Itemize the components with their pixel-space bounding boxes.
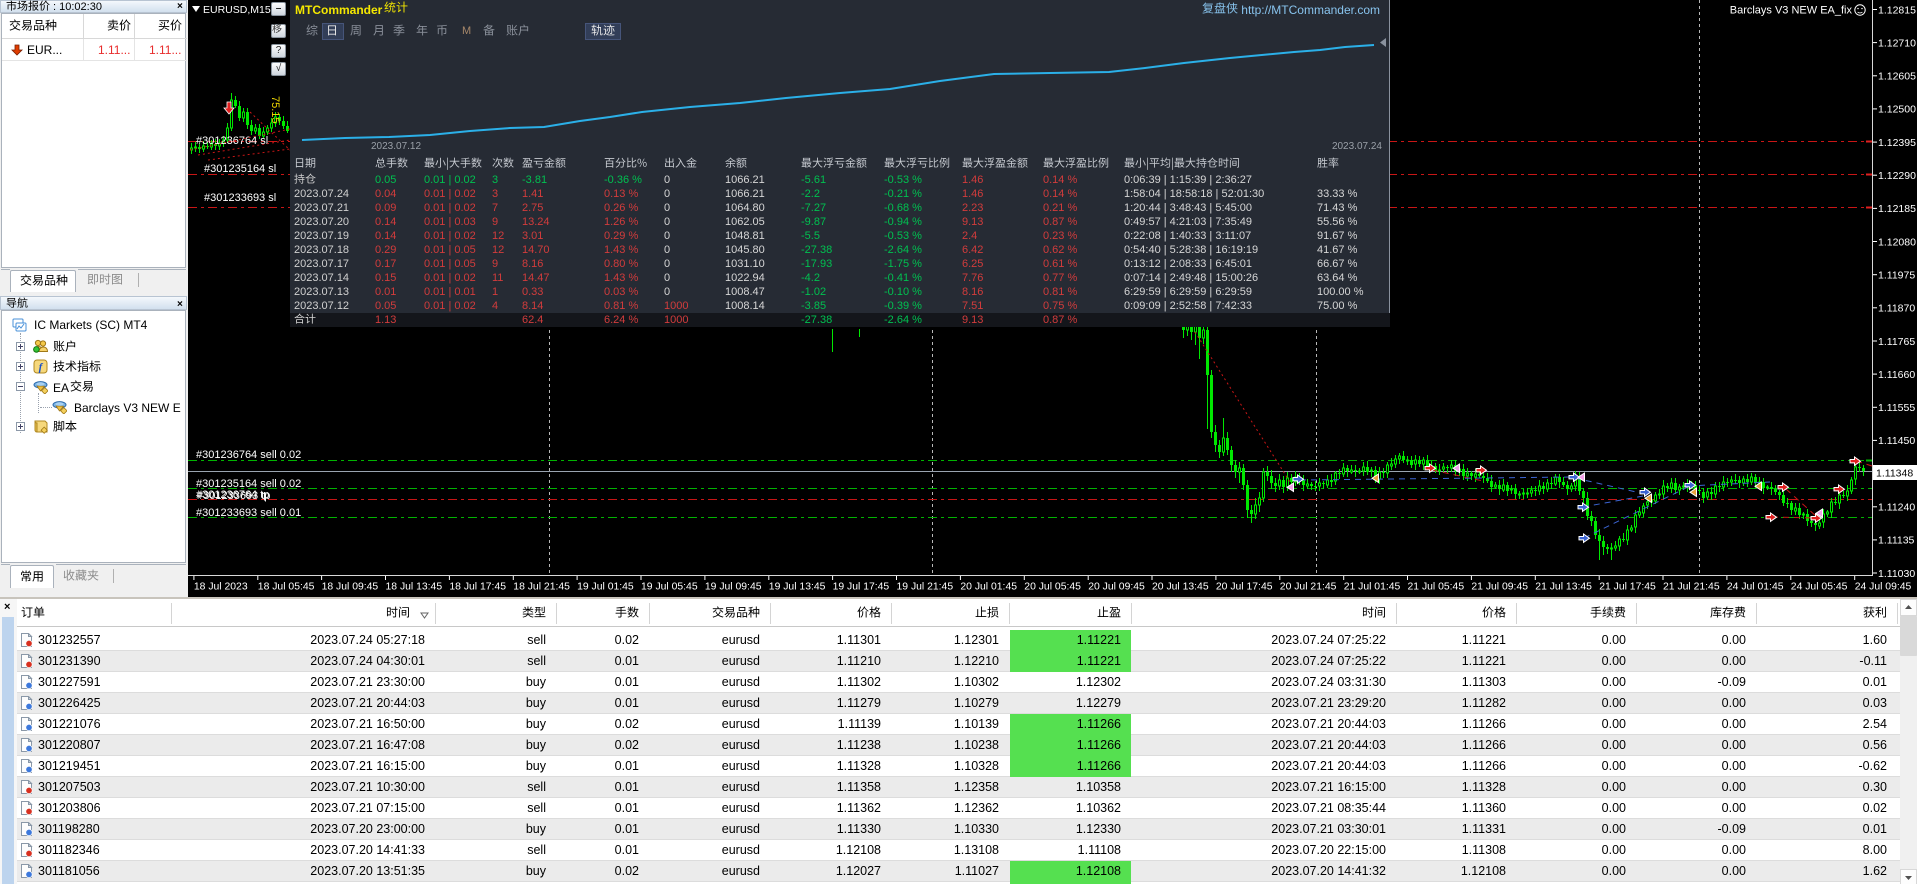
svg-text:#301233693 sl: #301233693 sl bbox=[204, 192, 276, 204]
svg-text:1.12185: 1.12185 bbox=[1878, 203, 1916, 215]
svg-text:19 Jul 21:45: 19 Jul 21:45 bbox=[897, 582, 954, 593]
svg-text:1.11975: 1.11975 bbox=[1878, 270, 1915, 282]
svg-text:18 Jul 13:45: 18 Jul 13:45 bbox=[386, 582, 443, 593]
svg-text:21 Jul 21:45: 21 Jul 21:45 bbox=[1663, 582, 1720, 593]
svg-text:1.11555: 1.11555 bbox=[1878, 402, 1915, 414]
svg-text:Barclays V3 NEW EA_fix: Barclays V3 NEW EA_fix bbox=[1730, 5, 1853, 17]
svg-text:1.11348: 1.11348 bbox=[1876, 467, 1913, 479]
svg-text:24 Jul 01:45: 24 Jul 01:45 bbox=[1727, 582, 1784, 593]
svg-text:1.12080: 1.12080 bbox=[1878, 236, 1916, 248]
svg-text:18 Jul 05:45: 18 Jul 05:45 bbox=[258, 582, 315, 593]
svg-text:1.11240: 1.11240 bbox=[1878, 502, 1915, 514]
svg-text:20 Jul 05:45: 20 Jul 05:45 bbox=[1024, 582, 1081, 593]
svg-text:#301233693 sell 0.01: #301233693 sell 0.01 bbox=[196, 507, 301, 519]
svg-text:1.11135: 1.11135 bbox=[1878, 535, 1915, 547]
svg-text:#301236764 sell 0.02: #301236764 sell 0.02 bbox=[196, 449, 301, 461]
svg-text:1.11870: 1.11870 bbox=[1878, 303, 1915, 315]
svg-text:75.15: 75.15 bbox=[269, 96, 281, 124]
svg-text:#301233693 tp: #301233693 tp bbox=[197, 490, 270, 502]
svg-text:1.12500: 1.12500 bbox=[1878, 104, 1916, 116]
svg-text:18 Jul 17:45: 18 Jul 17:45 bbox=[449, 582, 506, 593]
svg-text:1.11030: 1.11030 bbox=[1878, 568, 1915, 580]
svg-text:21 Jul 09:45: 21 Jul 09:45 bbox=[1471, 582, 1528, 593]
svg-text:18 Jul 21:45: 18 Jul 21:45 bbox=[513, 582, 570, 593]
svg-text:1.11765: 1.11765 bbox=[1878, 336, 1915, 348]
svg-text:19 Jul 09:45: 19 Jul 09:45 bbox=[705, 582, 762, 593]
svg-text:18 Jul 2023: 18 Jul 2023 bbox=[194, 582, 248, 593]
svg-text:1.12815: 1.12815 bbox=[1878, 4, 1916, 16]
svg-text:24 Jul 09:45: 24 Jul 09:45 bbox=[1855, 582, 1912, 593]
svg-text:1.12290: 1.12290 bbox=[1878, 170, 1916, 182]
svg-text:21 Jul 17:45: 21 Jul 17:45 bbox=[1599, 582, 1656, 593]
svg-text:1.11450: 1.11450 bbox=[1878, 435, 1915, 447]
svg-text:20 Jul 09:45: 20 Jul 09:45 bbox=[1088, 582, 1145, 593]
svg-text:20 Jul 01:45: 20 Jul 01:45 bbox=[960, 582, 1017, 593]
svg-text:19 Jul 13:45: 19 Jul 13:45 bbox=[769, 582, 826, 593]
svg-text:1.11660: 1.11660 bbox=[1878, 369, 1915, 381]
svg-text:20 Jul 13:45: 20 Jul 13:45 bbox=[1152, 582, 1209, 593]
svg-text:1.12395: 1.12395 bbox=[1878, 137, 1916, 149]
svg-text:20 Jul 21:45: 20 Jul 21:45 bbox=[1280, 582, 1337, 593]
svg-text:18 Jul 09:45: 18 Jul 09:45 bbox=[322, 582, 379, 593]
svg-text:19 Jul 01:45: 19 Jul 01:45 bbox=[577, 582, 634, 593]
svg-text:21 Jul 01:45: 21 Jul 01:45 bbox=[1344, 582, 1401, 593]
svg-text:19 Jul 17:45: 19 Jul 17:45 bbox=[833, 582, 890, 593]
svg-text:EURUSD,M15: EURUSD,M15 bbox=[203, 4, 271, 16]
svg-text:#301235164 sl: #301235164 sl bbox=[204, 163, 276, 175]
svg-text:21 Jul 05:45: 21 Jul 05:45 bbox=[1408, 582, 1465, 593]
svg-text:1.12710: 1.12710 bbox=[1878, 37, 1916, 49]
svg-text:1.12605: 1.12605 bbox=[1878, 71, 1916, 83]
svg-text:21 Jul 13:45: 21 Jul 13:45 bbox=[1535, 582, 1592, 593]
svg-text:19 Jul 05:45: 19 Jul 05:45 bbox=[641, 582, 698, 593]
svg-text:20 Jul 17:45: 20 Jul 17:45 bbox=[1216, 582, 1273, 593]
svg-text:24 Jul 05:45: 24 Jul 05:45 bbox=[1791, 582, 1848, 593]
